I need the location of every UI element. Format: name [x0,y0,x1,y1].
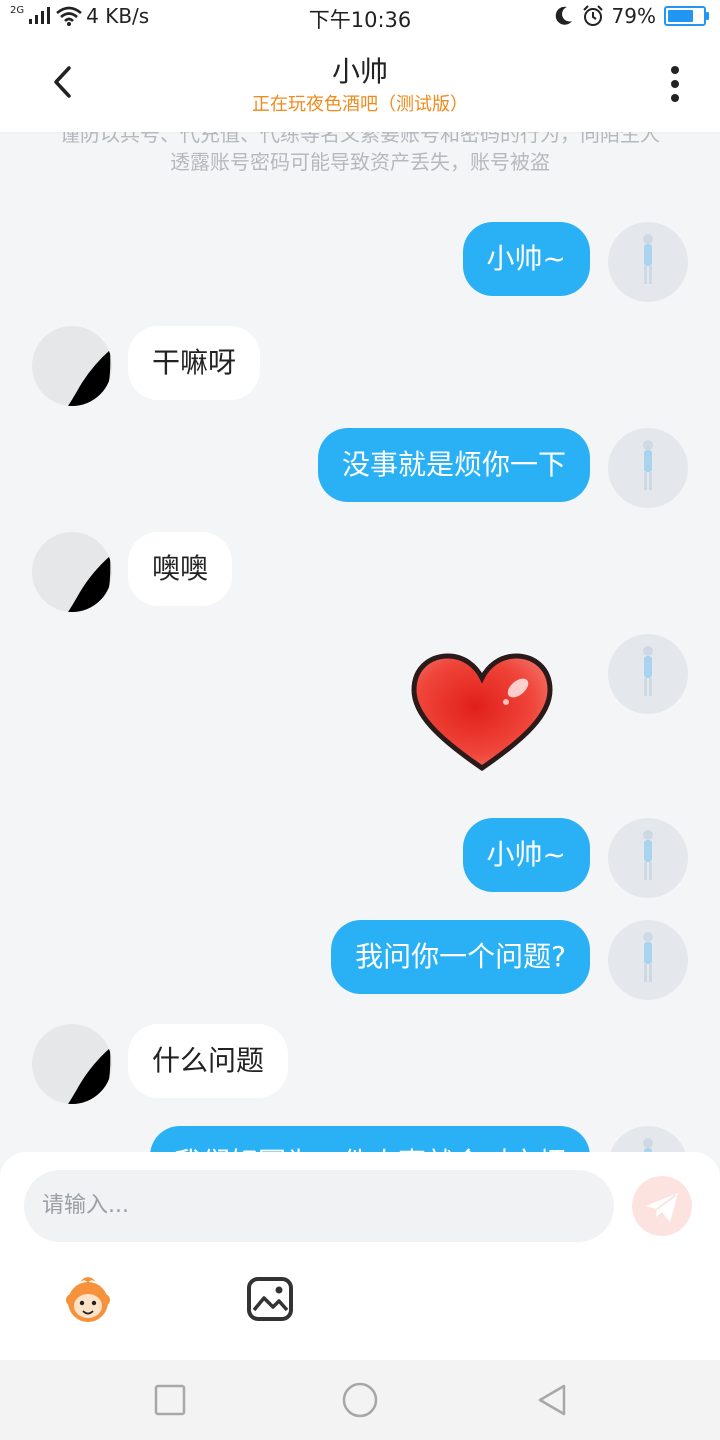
security-notice: 谨防以兵号、代充值、代练等名义索要账号和密码的行为，向陌生人透露账号密码可能导致… [60,132,660,174]
more-options-icon[interactable] [660,64,690,104]
message-bubble[interactable]: 干嘛呀 [128,326,261,400]
emoji-sticker-icon[interactable] [60,1274,116,1324]
battery-percent: 79% [611,4,656,28]
character-avatar-icon [643,440,653,490]
character-avatar-icon [643,646,653,696]
partner-avatar[interactable] [32,532,112,612]
home-icon[interactable] [340,1380,380,1420]
send-icon [646,1193,678,1222]
message-bubble[interactable]: 我们好因为一件小事就会对方烦 [149,1126,590,1152]
chat-subtitle[interactable]: 正在玩夜色酒吧（测试版） [0,90,720,116]
my-avatar[interactable] [608,920,688,1000]
recent-apps-icon[interactable] [152,1382,188,1418]
back-nav-icon[interactable] [534,1382,570,1418]
moon-icon [555,6,572,25]
chat-area[interactable]: 谨防以兵号、代充值、代练等名义索要账号和密码的行为，向陌生人透露账号密码可能导致… [0,132,720,1152]
my-avatar[interactable] [608,222,688,302]
status-right: 79% [552,4,709,28]
character-avatar-icon [643,932,653,982]
message-bubble[interactable]: 我问你一个问题? [331,920,590,994]
chat-title: 小帅 [331,55,388,88]
partner-avatar-icon [68,350,111,406]
character-avatar-icon [643,830,653,880]
character-avatar-icon [643,234,653,284]
message-bubble[interactable]: 小帅~ [462,818,590,892]
character-avatar-icon [643,1138,653,1152]
alarm-icon [582,5,603,26]
message-bubble[interactable]: 什么问题 [128,1024,289,1098]
message-bubble[interactable]: 噢噢 [128,532,233,606]
message-composer: 请输入... [0,1152,720,1360]
battery-fill [668,10,693,22]
image-icon[interactable] [246,1276,294,1322]
my-avatar[interactable] [608,1126,688,1152]
my-avatar[interactable] [608,634,688,714]
my-avatar[interactable] [608,818,688,898]
message-bubble[interactable]: 没事就是烦你一下 [317,428,590,502]
system-nav-bar [0,1360,720,1440]
partner-avatar-icon [68,556,111,612]
partner-avatar[interactable] [32,1024,112,1104]
heart-sticker[interactable] [408,650,556,774]
partner-avatar[interactable] [32,326,112,406]
message-input[interactable]: 请输入... [24,1170,614,1242]
battery-icon [664,6,709,26]
my-avatar[interactable] [608,428,688,508]
status-bar: 2G 4 KB/s 下午10:36 79% [0,0,720,36]
partner-avatar-icon [68,1048,111,1104]
send-button[interactable] [632,1176,692,1236]
chat-header: 小帅 正在玩夜色酒吧（测试版） [0,36,720,132]
message-bubble[interactable]: 小帅~ [462,222,590,296]
